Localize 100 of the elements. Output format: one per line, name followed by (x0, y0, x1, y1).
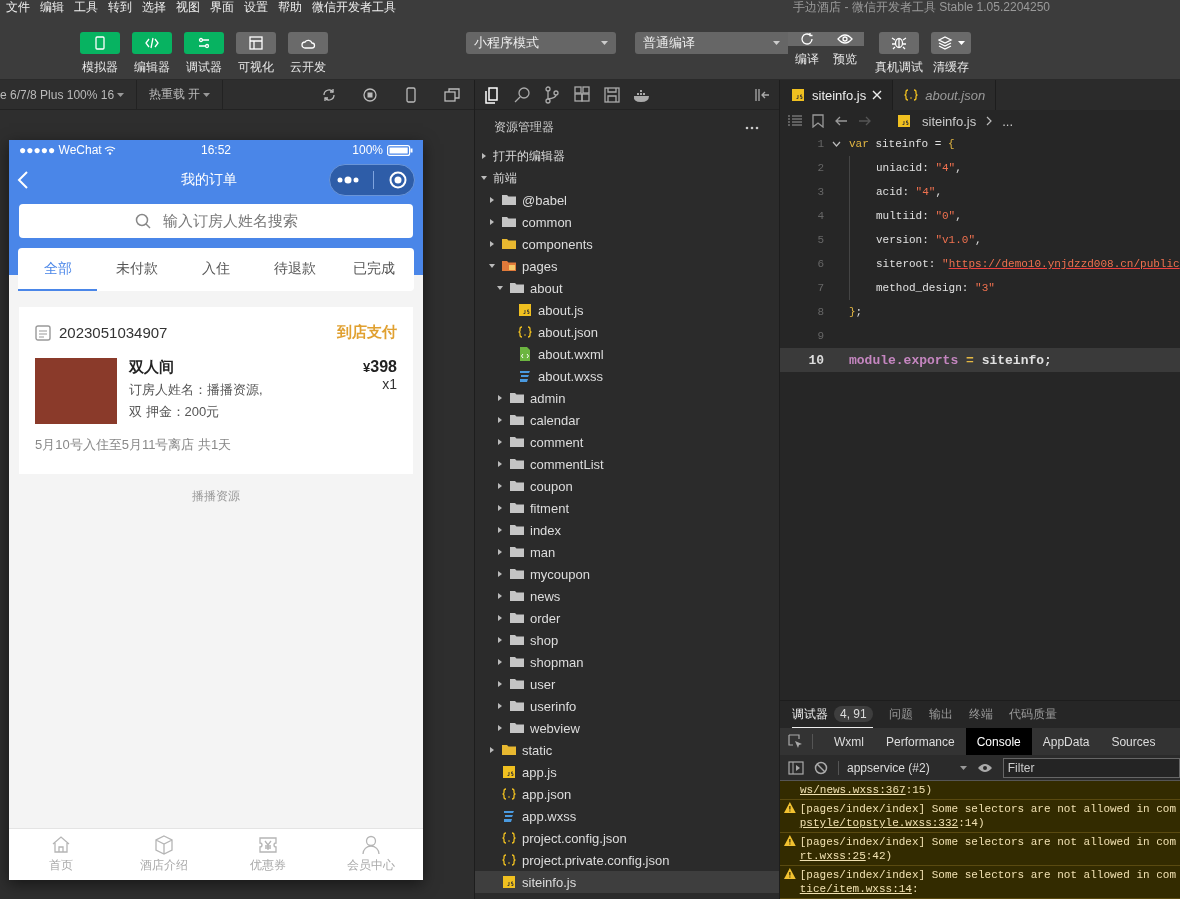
tree-item[interactable]: index (475, 519, 779, 541)
menu-item[interactable]: 视图 (176, 0, 200, 14)
fold-chevron-icon[interactable] (832, 141, 841, 147)
tree-item[interactable]: project.private.config.json (475, 849, 779, 871)
panel-tab[interactable]: 代码质量 (1008, 702, 1057, 727)
menu-item[interactable]: 选择 (142, 0, 166, 14)
tree-item[interactable]: comment (475, 431, 779, 453)
tree-item[interactable]: shopman (475, 651, 779, 673)
tree-item[interactable]: commentList (475, 453, 779, 475)
rotate-icon[interactable] (321, 86, 337, 103)
more-icon[interactable] (337, 176, 360, 184)
tree-item[interactable]: user (475, 673, 779, 695)
branch-icon[interactable] (543, 85, 561, 104)
search-field[interactable]: 输入订房人姓名搜索 (19, 204, 413, 238)
panel-tab[interactable]: 调试器 4, 91 (792, 701, 873, 728)
source-link[interactable]: ws/news.wxss:367 (800, 784, 906, 796)
devtools-tab[interactable]: Sources (1100, 728, 1167, 755)
menu-item[interactable]: 帮助 (278, 0, 302, 14)
view-toggle-button[interactable] (236, 32, 276, 54)
tree-item[interactable]: shop (475, 629, 779, 651)
tree-item[interactable]: calendar (475, 409, 779, 431)
list-icon[interactable] (788, 115, 802, 127)
tree-item[interactable]: @babel (475, 189, 779, 211)
view-toggle-button[interactable] (184, 32, 224, 54)
menu-item[interactable]: 转到 (108, 0, 132, 14)
tree-item[interactable]: 打开的编辑器 (475, 145, 779, 167)
view-toggle-button[interactable] (132, 32, 172, 54)
tree-item[interactable]: about.wxml (475, 343, 779, 365)
panel-tab[interactable]: 问题 (888, 702, 913, 727)
tree-item[interactable]: news (475, 585, 779, 607)
breadcrumb-item[interactable]: ... (1002, 113, 1014, 129)
tree-item[interactable]: 前端 (475, 167, 779, 189)
menu-item[interactable]: 工具 (74, 0, 98, 14)
tree-item[interactable]: mycoupon (475, 563, 779, 585)
devtools-tab[interactable]: Wxml (823, 728, 875, 755)
tree-item[interactable]: common (475, 211, 779, 233)
hot-reload-dropdown[interactable]: 热重载 开 (149, 79, 224, 110)
compile-action-button[interactable] (826, 32, 864, 46)
tree-item[interactable]: coupon (475, 475, 779, 497)
context-dropdown[interactable]: appservice (#2) (838, 760, 967, 775)
menu-item[interactable]: 界面 (210, 0, 234, 14)
tree-item[interactable]: static (475, 739, 779, 761)
source-link[interactable]: tice/item.wxss:14 (799, 883, 912, 895)
tree-item[interactable]: webview (475, 717, 779, 739)
files-icon[interactable] (483, 85, 501, 104)
tree-item[interactable]: admin (475, 387, 779, 409)
save-icon[interactable] (603, 85, 621, 104)
inspect-icon[interactable] (788, 733, 804, 750)
compile-dropdown[interactable]: 普通编译 (635, 32, 788, 54)
tree-item[interactable]: about.js (475, 299, 779, 321)
devtools-tab[interactable]: Performance (875, 728, 966, 755)
device-dropdown[interactable]: e 6/7/8 Plus 100% 16 (0, 79, 138, 110)
menu-item[interactable]: 文件 (6, 0, 30, 14)
bookmark-icon[interactable] (812, 114, 824, 128)
view-toggle-button[interactable] (80, 32, 120, 54)
tree-item[interactable]: app.json (475, 783, 779, 805)
back-arrow-icon[interactable] (834, 115, 848, 127)
filter-field[interactable]: Filter (1002, 757, 1180, 778)
stop-icon[interactable] (362, 86, 378, 103)
mode-dropdown[interactable]: 小程序模式 (466, 32, 616, 54)
tree-item[interactable]: about (475, 277, 779, 299)
panel-tab[interactable]: 终端 (968, 702, 993, 727)
tree-item[interactable]: about.wxss (475, 365, 779, 387)
search-icon[interactable] (513, 85, 531, 104)
more-icon[interactable] (745, 125, 759, 130)
close-icon[interactable] (872, 90, 883, 100)
order-tab[interactable]: 全部 (18, 248, 98, 291)
tree-item[interactable]: siteinfo.js (475, 871, 779, 893)
editor-tab[interactable]: siteinfo.js (780, 80, 894, 110)
panel-tab[interactable]: 输出 (928, 702, 953, 727)
clear-icon[interactable] (814, 760, 828, 775)
menu-item[interactable]: 微信开发者工具 (312, 0, 396, 14)
menu-item[interactable]: 设置 (244, 0, 268, 14)
tree-item[interactable]: about.json (475, 321, 779, 343)
tree-item[interactable]: app.wxss (475, 805, 779, 827)
breadcrumb-item[interactable]: siteinfo.js (922, 113, 977, 129)
devtools-tab[interactable]: AppData (1031, 728, 1101, 755)
source-link[interactable]: pstyle/topstyle.wxss:332 (799, 817, 959, 829)
order-tab[interactable]: 待退款 (255, 248, 335, 291)
tree-item[interactable]: components (475, 233, 779, 255)
tree-item[interactable]: man (475, 541, 779, 563)
tree-item[interactable]: project.config.json (475, 827, 779, 849)
sidebar-toggle-icon[interactable] (788, 760, 804, 775)
phone-icon[interactable] (403, 86, 419, 103)
extensions-icon[interactable] (573, 85, 591, 104)
order-tab[interactable]: 入住 (176, 248, 256, 291)
tree-item[interactable]: userinfo (475, 695, 779, 717)
tree-item[interactable]: fitment (475, 497, 779, 519)
back-icon[interactable] (17, 171, 29, 189)
action-button[interactable] (879, 32, 919, 54)
action-button[interactable] (931, 32, 971, 54)
tree-item[interactable]: app.js (475, 761, 779, 783)
windows-icon[interactable] (444, 86, 460, 103)
devtools-tab[interactable]: Console (965, 728, 1032, 755)
compile-action-button[interactable] (788, 32, 826, 46)
menu-item[interactable]: 编辑 (40, 0, 64, 14)
view-toggle-button[interactable] (288, 32, 328, 54)
order-tab[interactable]: 已完成 (334, 248, 414, 291)
source-link[interactable]: rt.wxss:25 (799, 850, 866, 862)
order-tab[interactable]: 未付款 (97, 248, 177, 291)
